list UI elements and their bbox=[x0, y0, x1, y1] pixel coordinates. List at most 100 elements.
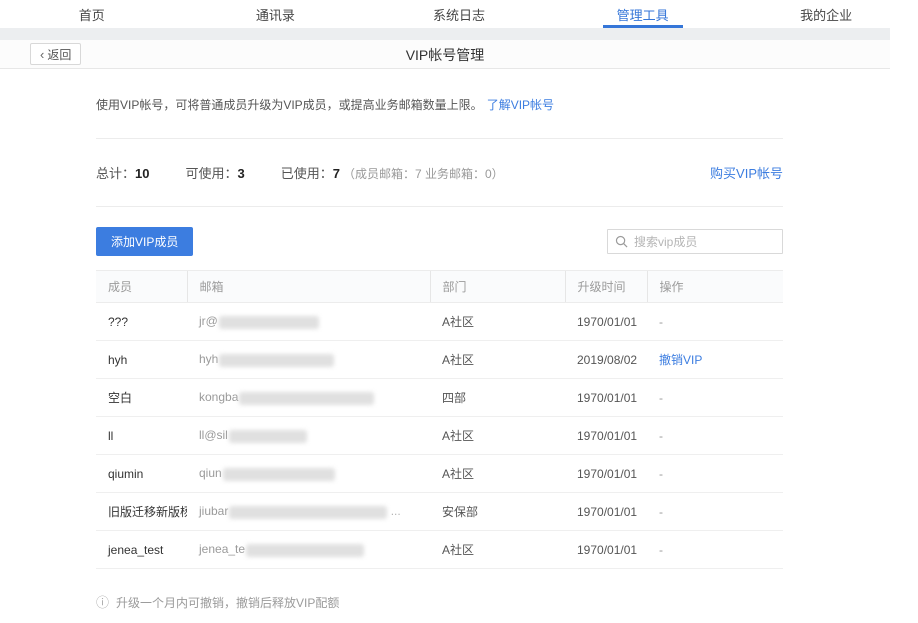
redacted-email-blur bbox=[246, 544, 364, 557]
action-cell: 撤销VIP bbox=[647, 341, 783, 379]
email-prefix: hyh bbox=[199, 352, 218, 366]
member-cell: ll bbox=[96, 417, 187, 455]
stat-used-value: 7 bbox=[333, 166, 340, 181]
footnote-text: 升级一个月内可撤销，撤销后释放VIP配额 bbox=[116, 594, 339, 611]
email-prefix: qiun bbox=[199, 466, 222, 480]
nav-item-admin-tools[interactable]: 管理工具 bbox=[551, 0, 735, 28]
table-row: ll ll@sil A社区1970/01/01- bbox=[96, 417, 783, 455]
action-none: - bbox=[659, 391, 663, 405]
column-header: 升级时间 bbox=[565, 271, 647, 303]
email-cell: jiubar ... bbox=[187, 493, 430, 531]
stat-total-label: 总计： bbox=[96, 166, 135, 181]
action-none: - bbox=[659, 543, 663, 557]
nav-item-contacts[interactable]: 通讯录 bbox=[184, 0, 368, 28]
table-row: hyhhyh A社区2019/08/02 撤销VIP bbox=[96, 341, 783, 379]
search-box[interactable] bbox=[607, 229, 783, 254]
upgrade-date-cell: 1970/01/01 bbox=[565, 531, 647, 569]
redacted-email-blur bbox=[229, 506, 387, 519]
top-nav: 首页 通讯录 系统日志 管理工具 我的企业 bbox=[0, 0, 918, 28]
action-none: - bbox=[659, 505, 663, 519]
intro-text: 使用VIP帐号，可将普通成员升级为VIP成员，或提高业务邮箱数量上限。 bbox=[96, 98, 483, 112]
nav-item-home[interactable]: 首页 bbox=[0, 0, 184, 28]
search-icon bbox=[615, 235, 628, 248]
content-area: 使用VIP帐号，可将普通成员升级为VIP成员，或提高业务邮箱数量上限。了解VIP… bbox=[96, 96, 783, 611]
email-cell: ll@sil bbox=[187, 417, 430, 455]
department-cell: 安保部 bbox=[430, 493, 565, 531]
divider bbox=[96, 206, 783, 207]
email-prefix: jenea_te bbox=[199, 542, 245, 556]
member-cell: 空白 bbox=[96, 379, 187, 417]
upgrade-date-cell: 1970/01/01 bbox=[565, 417, 647, 455]
stat-available-value: 3 bbox=[238, 166, 245, 181]
add-vip-member-button[interactable]: 添加VIP成员 bbox=[96, 227, 193, 256]
page-title: VIP帐号管理 bbox=[0, 40, 890, 69]
email-ellipsis: ... bbox=[387, 504, 400, 518]
upgrade-date-cell: 1970/01/01 bbox=[565, 303, 647, 341]
action-none: - bbox=[659, 429, 663, 443]
intro-paragraph: 使用VIP帐号，可将普通成员升级为VIP成员，或提高业务邮箱数量上限。了解VIP… bbox=[96, 96, 783, 113]
table-row: 空白 kongba 四部1970/01/01- bbox=[96, 379, 783, 417]
department-cell: A社区 bbox=[430, 417, 565, 455]
action-cell: - bbox=[647, 379, 783, 417]
upgrade-date-cell: 1970/01/01 bbox=[565, 455, 647, 493]
nav-item-my-enterprise[interactable]: 我的企业 bbox=[734, 0, 918, 28]
email-prefix: jiubar bbox=[199, 504, 228, 518]
upgrade-date-cell: 2019/08/02 bbox=[565, 341, 647, 379]
upgrade-date-cell: 1970/01/01 bbox=[565, 379, 647, 417]
stat-used-label: 已使用： bbox=[281, 166, 333, 181]
member-cell: jenea_test bbox=[96, 531, 187, 569]
page-header: ‹ 返回 VIP帐号管理 bbox=[0, 40, 890, 69]
column-header: 邮箱 bbox=[187, 271, 430, 303]
redacted-email-blur bbox=[239, 392, 374, 405]
stat-total: 总计：10 bbox=[96, 163, 149, 182]
stat-available-label: 可使用： bbox=[185, 166, 237, 181]
search-input[interactable] bbox=[634, 235, 775, 249]
email-cell: jr@ bbox=[187, 303, 430, 341]
stat-used-detail: （成员邮箱：7 业务邮箱：0） bbox=[343, 167, 504, 181]
vip-members-table: 成员邮箱部门升级时间操作 ???jr@A社区1970/01/01-hyhhyhA… bbox=[96, 270, 783, 569]
nav-item-system-log[interactable]: 系统日志 bbox=[367, 0, 551, 28]
email-prefix: jr@ bbox=[199, 314, 218, 328]
info-icon: ⓘ bbox=[96, 596, 109, 609]
buy-vip-link[interactable]: 购买VIP帐号 bbox=[710, 163, 783, 182]
redacted-email-blur bbox=[219, 354, 334, 367]
email-prefix: kongba bbox=[199, 390, 238, 404]
column-header: 操作 bbox=[647, 271, 783, 303]
stat-used: 已使用：7（成员邮箱：7 业务邮箱：0） bbox=[281, 163, 504, 182]
department-cell: 四部 bbox=[430, 379, 565, 417]
department-cell: A社区 bbox=[430, 455, 565, 493]
member-cell: ??? bbox=[96, 303, 187, 341]
learn-vip-link[interactable]: 了解VIP帐号 bbox=[487, 98, 554, 112]
revoke-vip-link[interactable]: 撤销VIP bbox=[659, 353, 702, 367]
department-cell: A社区 bbox=[430, 341, 565, 379]
action-cell: - bbox=[647, 417, 783, 455]
email-cell: hyh bbox=[187, 341, 430, 379]
action-cell: - bbox=[647, 303, 783, 341]
redacted-email-blur bbox=[229, 430, 307, 443]
nav-divider-strip bbox=[0, 28, 890, 40]
column-header: 部门 bbox=[430, 271, 565, 303]
table-row: qiuminqiunA社区1970/01/01- bbox=[96, 455, 783, 493]
department-cell: A社区 bbox=[430, 531, 565, 569]
toolbar: 添加VIP成员 bbox=[96, 227, 783, 256]
stat-available: 可使用：3 bbox=[185, 163, 244, 182]
table-row: 旧版迁移新版杨珍jiubar ...安保部1970/01/01- bbox=[96, 493, 783, 531]
action-none: - bbox=[659, 467, 663, 481]
footnote: ⓘ 升级一个月内可撤销，撤销后释放VIP配额 bbox=[96, 594, 783, 611]
redacted-email-blur bbox=[219, 316, 319, 329]
action-cell: - bbox=[647, 493, 783, 531]
stat-total-value: 10 bbox=[135, 166, 149, 181]
email-cell: qiun bbox=[187, 455, 430, 493]
email-prefix: ll@sil bbox=[199, 428, 228, 442]
email-cell: kongba bbox=[187, 379, 430, 417]
action-cell: - bbox=[647, 455, 783, 493]
department-cell: A社区 bbox=[430, 303, 565, 341]
member-cell: hyh bbox=[96, 341, 187, 379]
column-header: 成员 bbox=[96, 271, 187, 303]
table-row: jenea_test jenea_te A社区1970/01/01- bbox=[96, 531, 783, 569]
redacted-email-blur bbox=[223, 468, 335, 481]
member-cell: 旧版迁移新版杨珍 bbox=[96, 493, 187, 531]
upgrade-date-cell: 1970/01/01 bbox=[565, 493, 647, 531]
stats-bar: 总计：10 可使用：3 已使用：7（成员邮箱：7 业务邮箱：0） 购买VIP帐号 bbox=[96, 139, 783, 206]
table-row: ??? jr@ A社区1970/01/01- bbox=[96, 303, 783, 341]
